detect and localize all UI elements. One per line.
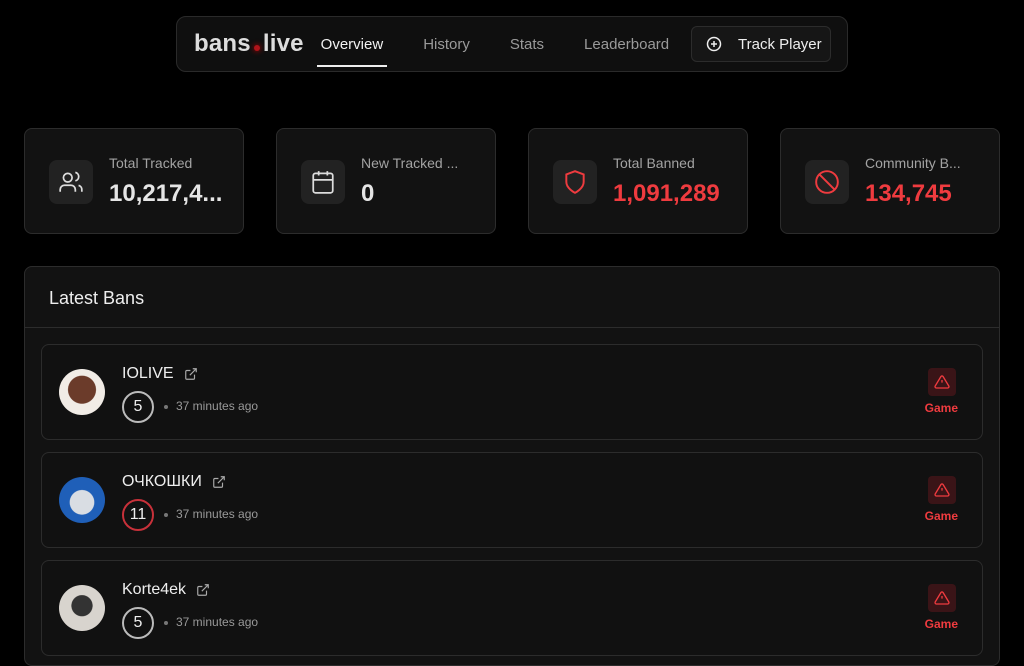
tab-overview[interactable]: Overview	[316, 21, 387, 67]
player-name[interactable]: ОЧКОШКИ	[122, 473, 202, 491]
stat-value: 134,745	[865, 180, 952, 207]
logo-text: live	[262, 30, 304, 57]
ban-list-item[interactable]: ОЧКОШКИ 11 37 minutes ago Game	[41, 452, 983, 548]
track-player-button[interactable]: Track Player	[691, 26, 831, 62]
stat-value: 0	[361, 180, 375, 207]
users-icon	[49, 160, 93, 204]
plus-circle-icon	[706, 36, 722, 52]
warning-icon	[928, 476, 956, 504]
tab-leaderboard[interactable]: Leaderboard	[584, 21, 669, 67]
stat-card-total-tracked: Total Tracked 10,217,4...	[24, 128, 244, 234]
player-name[interactable]: IOLIVE	[122, 365, 174, 383]
stat-value: 10,217,4...	[109, 180, 223, 207]
avatar	[59, 585, 105, 631]
ban-list-item[interactable]: Korte4ek 5 37 minutes ago Game	[41, 560, 983, 656]
top-nav: bans live Overview History Stats Leaderbo…	[176, 16, 848, 72]
warning-icon	[928, 368, 956, 396]
ban-type-label: Game	[924, 401, 958, 415]
tab-history[interactable]: History	[423, 21, 470, 67]
logo-text: bans	[194, 30, 251, 57]
ban-icon	[805, 160, 849, 204]
stat-label: Total Tracked	[109, 155, 193, 171]
ban-list-item[interactable]: IOLIVE 5 37 minutes ago Game	[41, 344, 983, 440]
tab-stats[interactable]: Stats	[510, 21, 544, 67]
ban-time-text: 37 minutes ago	[176, 615, 259, 629]
ban-time: 37 minutes ago	[164, 507, 258, 521]
stat-value: 1,091,289	[613, 180, 720, 207]
logo-dot	[253, 45, 260, 51]
stat-label: Community B...	[865, 155, 961, 171]
ban-count-badge: 5	[122, 607, 154, 639]
panel-title: Latest Bans	[25, 267, 999, 328]
ban-time-text: 37 minutes ago	[176, 507, 259, 521]
stat-label: New Tracked ...	[361, 155, 459, 171]
stat-card-new-tracked: New Tracked ... 0	[276, 128, 496, 234]
ban-count-badge: 11	[122, 499, 154, 531]
calendar-icon	[301, 160, 345, 204]
player-name-row: Korte4ek	[122, 581, 210, 599]
track-player-label: Track Player	[738, 35, 822, 53]
player-name-row: ОЧКОШКИ	[122, 473, 226, 491]
player-name-row: IOLIVE	[122, 365, 198, 383]
latest-bans-panel: Latest Bans IOLIVE 5 37 minutes ago Game…	[24, 266, 1000, 666]
shield-icon	[553, 160, 597, 204]
external-link-icon[interactable]	[196, 583, 210, 597]
avatar	[59, 369, 105, 415]
external-link-icon[interactable]	[212, 475, 226, 489]
stat-label: Total Banned	[613, 155, 695, 171]
external-link-icon[interactable]	[184, 367, 198, 381]
ban-time-text: 37 minutes ago	[176, 399, 259, 413]
avatar	[59, 477, 105, 523]
logo[interactable]: bans live	[194, 30, 304, 58]
ban-type-label: Game	[924, 509, 958, 523]
stat-card-community-bans: Community B... 134,745	[780, 128, 1000, 234]
warning-icon	[928, 584, 956, 612]
ban-count-badge: 5	[122, 391, 154, 423]
ban-time: 37 minutes ago	[164, 399, 258, 413]
player-name[interactable]: Korte4ek	[122, 581, 186, 599]
stat-card-total-banned: Total Banned 1,091,289	[528, 128, 748, 234]
ban-time: 37 minutes ago	[164, 615, 258, 629]
